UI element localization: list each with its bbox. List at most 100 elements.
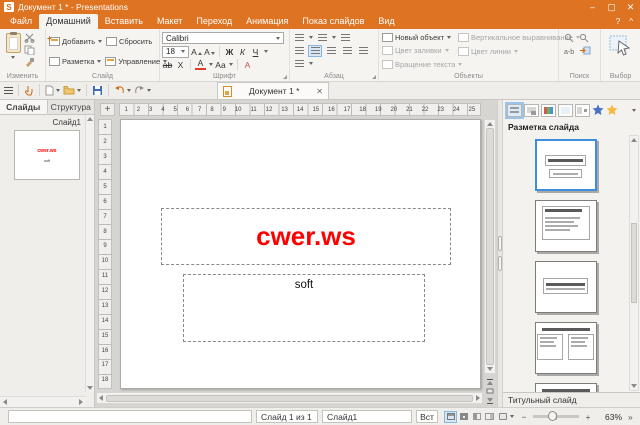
subscript-button[interactable]: X bbox=[175, 59, 186, 71]
select-object-button[interactable] bbox=[486, 388, 494, 394]
minimize-button[interactable]: – bbox=[583, 0, 602, 14]
find-icon[interactable] bbox=[564, 33, 574, 43]
selection-mode-icon[interactable] bbox=[609, 35, 633, 59]
numbering-button[interactable] bbox=[315, 32, 329, 44]
copy-icon[interactable] bbox=[24, 45, 35, 55]
slide-manage-button[interactable]: Управление bbox=[104, 57, 168, 66]
zoom-out-button[interactable]: − bbox=[519, 412, 529, 422]
sidebar-scroll-thumb[interactable] bbox=[631, 223, 637, 303]
font-color-button[interactable]: А bbox=[195, 59, 206, 70]
menu-tab-переход[interactable]: Переход bbox=[189, 14, 239, 29]
favorites-blue-star-icon[interactable] bbox=[592, 104, 604, 116]
change-case-dropdown[interactable] bbox=[229, 63, 233, 66]
splitter-handle[interactable] bbox=[498, 256, 502, 271]
view-options-dropdown[interactable] bbox=[510, 415, 514, 418]
font-dialog-launcher[interactable] bbox=[283, 75, 287, 79]
sidebar-scrollbar[interactable] bbox=[629, 135, 639, 391]
zoom-slider[interactable] bbox=[533, 415, 579, 418]
zoom-in-button[interactable]: + bbox=[583, 412, 593, 422]
line-color-button[interactable]: Цвет линии bbox=[457, 47, 559, 56]
redo-button[interactable] bbox=[134, 83, 151, 97]
new-document-button[interactable] bbox=[45, 83, 60, 97]
undo-dropdown[interactable] bbox=[127, 89, 131, 92]
line-spacing-button[interactable] bbox=[292, 58, 306, 70]
canvas-hscrollbar[interactable] bbox=[96, 392, 483, 404]
text-rotation-button[interactable]: Вращение текста bbox=[381, 60, 453, 69]
maximize-button[interactable]: ▢ bbox=[602, 0, 621, 14]
line-spacing-dropdown[interactable] bbox=[309, 62, 313, 65]
numbering-dropdown[interactable] bbox=[332, 36, 336, 39]
bold-button[interactable]: Ж bbox=[224, 46, 235, 58]
menu-tab-файл[interactable]: Файл bbox=[3, 14, 39, 29]
zoom-level[interactable]: 63% bbox=[596, 412, 622, 422]
splitter-handle[interactable] bbox=[498, 236, 502, 251]
scroll-down-icon[interactable] bbox=[631, 384, 637, 388]
slide-subtitle-text[interactable]: soft bbox=[295, 279, 314, 291]
undo-button[interactable] bbox=[114, 83, 131, 97]
paste-button[interactable] bbox=[2, 31, 24, 70]
slides-panel-vscrollbar[interactable] bbox=[85, 115, 94, 392]
cut-icon[interactable] bbox=[24, 33, 35, 43]
previous-slide-button[interactable] bbox=[487, 379, 493, 385]
scroll-down-icon[interactable] bbox=[487, 367, 493, 371]
touch-mode-button[interactable] bbox=[24, 83, 34, 97]
increase-indent-button[interactable] bbox=[338, 32, 352, 44]
align-left-button[interactable] bbox=[308, 45, 322, 57]
scroll-up-icon[interactable] bbox=[631, 138, 637, 142]
italic-button[interactable]: К bbox=[237, 46, 248, 58]
layout-thumb-title[interactable] bbox=[535, 139, 597, 191]
scroll-left-icon[interactable] bbox=[3, 399, 7, 405]
scroll-up-icon[interactable] bbox=[87, 117, 93, 121]
scroll-left-icon[interactable] bbox=[99, 395, 103, 401]
add-slide-button[interactable]: + Добавить bbox=[48, 37, 103, 46]
slide-thumbnail[interactable]: cwer.ws soft bbox=[14, 130, 80, 180]
scroll-right-icon[interactable] bbox=[79, 399, 83, 405]
title-placeholder[interactable]: cwer.ws bbox=[161, 208, 451, 265]
find-next-icon[interactable] bbox=[579, 33, 589, 43]
slide-title-text[interactable]: cwer.ws bbox=[256, 221, 356, 252]
slides-panel-hscrollbar[interactable] bbox=[0, 396, 86, 407]
grow-font-button[interactable]: А bbox=[191, 46, 202, 58]
outline-view-button[interactable] bbox=[470, 411, 483, 423]
replace-icon[interactable]: a-b bbox=[564, 46, 575, 55]
scroll-right-icon[interactable] bbox=[476, 395, 480, 401]
font-color-dropdown[interactable] bbox=[209, 63, 213, 66]
shrink-font-button[interactable]: А bbox=[204, 46, 215, 58]
slide-layout-button[interactable]: Разметка bbox=[48, 57, 102, 66]
document-tab-close[interactable]: ✕ bbox=[316, 87, 323, 96]
goto-icon[interactable] bbox=[580, 46, 591, 55]
collapse-ribbon-button[interactable]: ^ bbox=[629, 17, 633, 26]
favorites-yellow-star-icon[interactable] bbox=[606, 104, 618, 116]
pane-background-icon[interactable] bbox=[558, 104, 573, 117]
redo-dropdown[interactable] bbox=[147, 89, 151, 92]
vertical-align-button[interactable]: Вертикальное выравнивание bbox=[457, 33, 559, 42]
sidebar-options-dropdown[interactable] bbox=[632, 109, 636, 112]
subtitle-placeholder[interactable]: soft bbox=[183, 274, 425, 342]
layout-thumb-title-content[interactable] bbox=[535, 200, 597, 252]
pane-color-scheme-icon[interactable] bbox=[541, 104, 556, 117]
pane-animation-icon[interactable] bbox=[575, 104, 590, 117]
justify-button[interactable] bbox=[356, 45, 370, 57]
decrease-indent-button[interactable] bbox=[292, 45, 306, 57]
underline-dropdown[interactable] bbox=[264, 50, 268, 53]
clear-formatting-button[interactable]: А bbox=[242, 59, 253, 71]
format-painter-icon[interactable] bbox=[24, 57, 35, 67]
paste-dropdown[interactable] bbox=[11, 56, 15, 59]
scroll-down-icon[interactable] bbox=[87, 386, 93, 390]
new-object-button[interactable]: Новый объект bbox=[381, 33, 453, 42]
canvas-vscrollbar[interactable] bbox=[484, 119, 496, 374]
open-button[interactable] bbox=[63, 83, 81, 97]
layout-thumb-two-content[interactable] bbox=[535, 322, 597, 374]
close-button[interactable]: ✕ bbox=[621, 0, 640, 14]
pane-slide-design-icon[interactable] bbox=[524, 104, 539, 117]
font-size-select[interactable]: 18 bbox=[162, 46, 189, 58]
align-right-button[interactable] bbox=[340, 45, 354, 57]
help-button[interactable]: ? bbox=[616, 17, 620, 26]
fill-color-button[interactable]: Цвет заливки bbox=[381, 46, 453, 55]
pane-slide-layout-icon[interactable] bbox=[507, 104, 522, 117]
status-overflow-button[interactable]: » bbox=[628, 412, 633, 422]
slideshow-button[interactable] bbox=[496, 411, 509, 423]
change-case-button[interactable]: Аа bbox=[215, 59, 226, 71]
align-center-button[interactable] bbox=[324, 45, 338, 57]
panel-tab-слайды[interactable]: Слайды bbox=[0, 100, 48, 114]
